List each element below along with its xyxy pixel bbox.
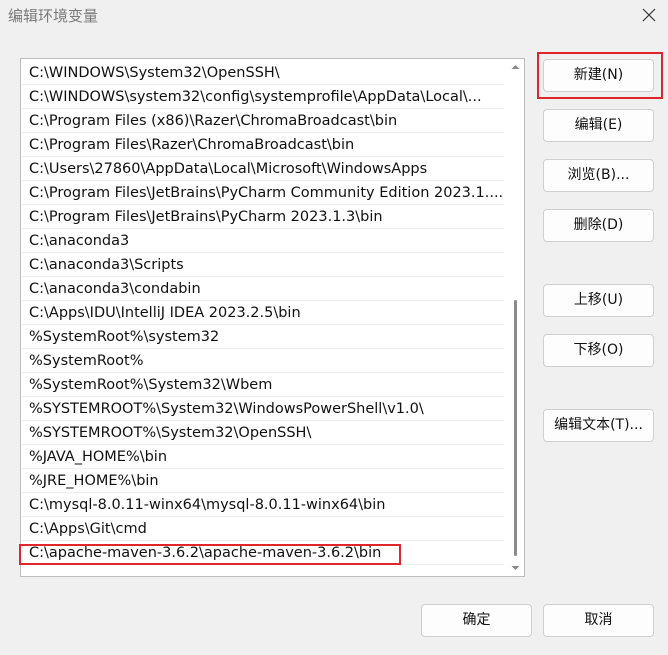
close-button[interactable] [638,4,660,26]
list-item[interactable]: C:\anaconda3\Scripts [21,253,504,277]
list-item[interactable]: C:\mysql-8.0.11-winx64\mysql-8.0.11-winx… [21,493,504,517]
list-item[interactable]: C:\WINDOWS\system32\config\systemprofile… [21,85,504,109]
list-item[interactable]: C:\anaconda3 [21,229,504,253]
list-item[interactable]: %SystemRoot%\system32 [21,325,504,349]
edit-text-button[interactable]: 编辑文本(T)... [543,409,654,442]
highlight-box-maven [19,544,401,565]
list-item[interactable]: %SYSTEMROOT%\System32\WindowsPowerShell\… [21,397,504,421]
list-item[interactable]: C:\WINDOWS\System32\OpenSSH\ [21,61,504,85]
highlight-box-new [537,52,663,99]
window-title: 编辑环境变量 [8,7,99,25]
list-item[interactable]: C:\Apps\IDU\IntelliJ IDEA 2023.2.5\bin [21,301,504,325]
edit-button[interactable]: 编辑(E) [543,109,654,142]
list-item[interactable]: C:\Program Files\JetBrains\PyCharm 2023.… [21,205,504,229]
list-item[interactable]: %SystemRoot% [21,349,504,373]
close-icon [642,8,656,22]
vertical-scrollbar[interactable] [507,60,524,575]
list-item[interactable]: C:\Program Files\JetBrains\PyCharm Commu… [21,181,504,205]
list-item[interactable]: C:\Users\27860\AppData\Local\Microsoft\W… [21,157,504,181]
list-item[interactable]: %SystemRoot%\System32\Wbem [21,373,504,397]
list-item[interactable]: %SYSTEMROOT%\System32\OpenSSH\ [21,421,504,445]
browse-button[interactable]: 浏览(B)... [543,159,654,192]
path-list[interactable]: C:\WINDOWS\System32\OpenSSH\ C:\WINDOWS\s… [20,58,525,577]
delete-button[interactable]: 删除(D) [543,209,654,242]
list-item[interactable]: C:\anaconda3\condabin [21,277,504,301]
title-bar: 编辑环境变量 [0,0,668,32]
scrollbar-thumb[interactable] [514,300,517,556]
move-down-button[interactable]: 下移(O) [543,334,654,367]
scroll-down-icon[interactable] [510,563,521,573]
list-item[interactable]: %JRE_HOME%\bin [21,469,504,493]
list-item[interactable]: C:\Program Files\Razer\ChromaBroadcast\b… [21,133,504,157]
cancel-button[interactable]: 取消 [543,604,654,637]
list-item[interactable]: C:\Program Files (x86)\Razer\ChromaBroad… [21,109,504,133]
scroll-up-icon[interactable] [510,62,521,72]
list-item[interactable]: %JAVA_HOME%\bin [21,445,504,469]
ok-button[interactable]: 确定 [421,604,532,637]
move-up-button[interactable]: 上移(U) [543,284,654,317]
list-item[interactable]: C:\Apps\Git\cmd [21,517,504,541]
